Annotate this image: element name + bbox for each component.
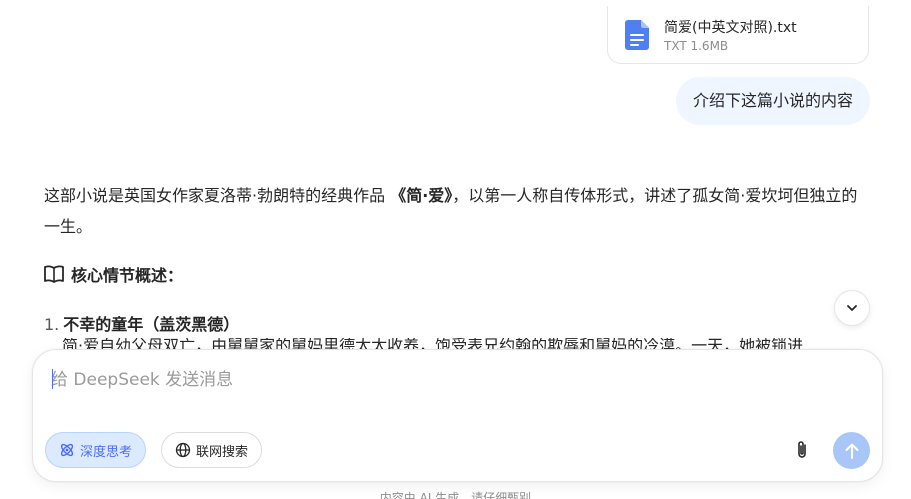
deep-think-label: 深度思考 [80, 444, 133, 460]
scroll-to-bottom-button[interactable] [834, 290, 870, 326]
section-heading-text: 核心情节概述： [71, 266, 184, 285]
ai-disclaimer: 内容由 AI 生成，请仔细甄别 [0, 488, 911, 499]
answer-book-title: 《简·爱》 [390, 186, 453, 205]
list-item-title: 不幸的童年（盖茨黑德） [63, 315, 240, 334]
open-book-icon [44, 265, 64, 283]
web-search-toggle[interactable]: 联网搜索 [161, 432, 263, 468]
chat-page: 简爱(中英文对照).txt TXT 1.6MB 介绍下这篇小说的内容 这部小说是… [0, 0, 911, 499]
list-item: 1. 不幸的童年（盖茨黑德） [44, 311, 239, 335]
atom-icon [60, 443, 74, 457]
answer-intro-paragraph: 这部小说是英国女作家夏洛蒂·勃朗特的经典作品 《简·爱》，以第一人称自传体形式，… [44, 180, 870, 242]
attachment-file-meta: TXT 1.6MB [664, 39, 729, 53]
arrow-up-icon [845, 443, 858, 459]
send-button[interactable] [833, 432, 870, 469]
deep-think-toggle[interactable]: 深度思考 [45, 432, 147, 468]
paperclip-icon [798, 441, 806, 458]
ai-disclaimer-text: 内容由 AI 生成，请仔细甄别 [379, 491, 532, 499]
globe-icon [175, 442, 191, 458]
list-item-number: 1. [44, 315, 60, 334]
attach-file-button[interactable] [788, 436, 816, 464]
message-input[interactable] [51, 366, 851, 394]
section-heading: 核心情节概述： [44, 262, 183, 286]
attachment-card[interactable]: 简爱(中英文对照).txt TXT 1.6MB [607, 6, 869, 64]
chevron-down-icon [847, 305, 857, 311]
attachment-file-name: 简爱(中英文对照).txt [664, 20, 797, 36]
assistant-answer: 这部小说是英国女作家夏洛蒂·勃朗特的经典作品 《简·爱》，以第一人称自传体形式，… [44, 180, 870, 242]
web-search-label: 联网搜索 [196, 444, 249, 460]
user-message-bubble: 介绍下这篇小说的内容 [675, 77, 870, 125]
document-icon [625, 20, 649, 50]
message-composer: 深度思考 联网搜索 [32, 349, 883, 482]
answer-intro-before: 这部小说是英国女作家夏洛蒂·勃朗特的经典作品 [44, 186, 386, 205]
text-caret [52, 369, 53, 389]
